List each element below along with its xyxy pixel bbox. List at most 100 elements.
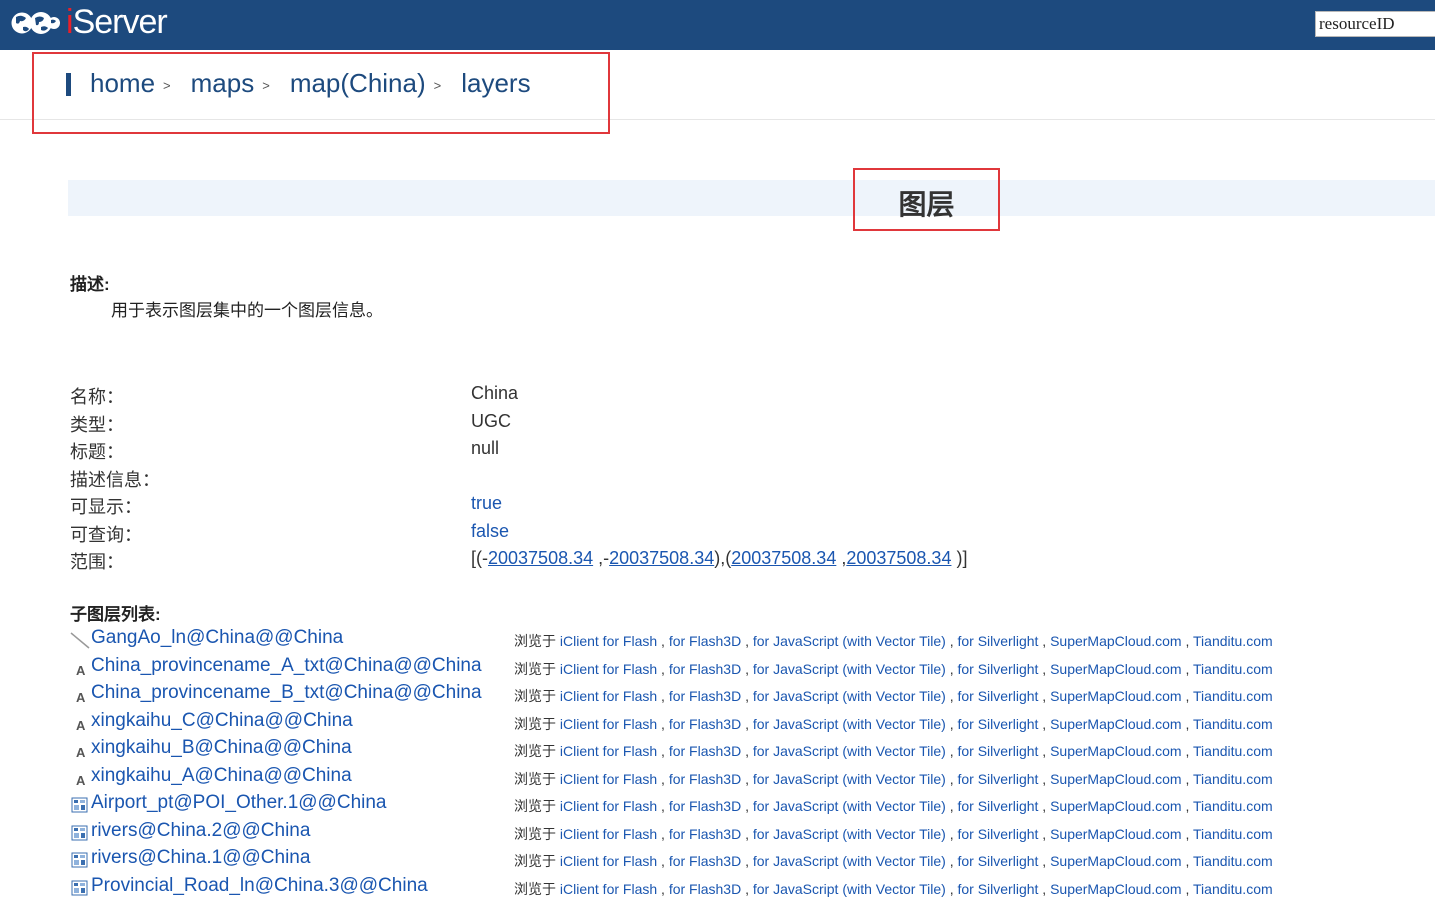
browse-link[interactable]: SuperMapCloud.com (1050, 798, 1182, 814)
sublayer-link[interactable]: rivers@China.1@@China (91, 847, 310, 869)
property-value: China (471, 383, 519, 403)
resource-search-input[interactable] (1315, 11, 1435, 37)
browse-link[interactable]: for Silverlight (957, 771, 1038, 787)
browse-link[interactable]: for Flash3D (669, 661, 741, 677)
sublayer-link[interactable]: China_provincename_A_txt@China@@China (91, 655, 482, 677)
sublayer-link[interactable]: Airport_pt@POI_Other.1@@China (91, 792, 387, 814)
browse-link[interactable]: iClient for Flash (560, 633, 657, 649)
browse-link[interactable]: iClient for Flash (560, 716, 657, 732)
browse-link[interactable]: for Flash3D (669, 798, 741, 814)
sublayer-link[interactable]: GangAo_ln@China@@China (91, 627, 343, 649)
browse-link[interactable]: for Silverlight (957, 716, 1038, 732)
browse-link[interactable]: Tianditu.com (1193, 688, 1273, 704)
browse-link[interactable]: iClient for Flash (560, 881, 657, 897)
browse-link[interactable]: Tianditu.com (1193, 661, 1273, 677)
theme-layer-icon (70, 796, 90, 814)
browse-link[interactable]: Tianditu.com (1193, 798, 1273, 814)
browse-link[interactable]: iClient for Flash (560, 661, 657, 677)
browse-link[interactable]: for Silverlight (957, 688, 1038, 704)
browse-separator: , (657, 880, 669, 897)
browse-link[interactable]: Tianditu.com (1193, 743, 1273, 759)
browse-link[interactable]: for JavaScript (with Vector Tile) (753, 826, 946, 842)
browse-link[interactable]: for Flash3D (669, 771, 741, 787)
browse-separator: , (1181, 660, 1194, 677)
browse-link[interactable]: for Silverlight (957, 826, 1038, 842)
browse-separator: , (1038, 660, 1051, 677)
browse-link[interactable]: for Silverlight (957, 661, 1038, 677)
browse-link[interactable]: for Flash3D (669, 826, 741, 842)
browse-link[interactable]: Tianditu.com (1193, 633, 1273, 649)
browse-separator: , (741, 770, 753, 787)
browse-separator: , (1181, 798, 1194, 814)
browse-prefix: 浏览于 (514, 660, 556, 677)
sublayer-link[interactable]: xingkaihu_C@China@@China (91, 710, 353, 732)
browse-link[interactable]: iClient for Flash (560, 771, 657, 787)
svg-text:A: A (76, 745, 86, 759)
browse-link[interactable]: Tianditu.com (1193, 716, 1273, 732)
browse-link[interactable]: SuperMapCloud.com (1050, 826, 1182, 842)
text-layer-icon: A (70, 741, 90, 760)
sublayer-link[interactable]: Provincial_Road_ln@China.3@@China (91, 875, 428, 897)
bounds-bottom-link[interactable]: 20037508.34 (609, 548, 714, 568)
browse-link[interactable]: for Silverlight (957, 743, 1038, 759)
sublayer-link[interactable]: xingkaihu_B@China@@China (91, 737, 352, 759)
property-key: 范围： (70, 552, 124, 572)
browse-link[interactable]: for Silverlight (957, 853, 1038, 869)
browse-link[interactable]: SuperMapCloud.com (1050, 743, 1182, 759)
browse-link[interactable]: for Flash3D (669, 853, 741, 869)
browse-link[interactable]: Tianditu.com (1193, 826, 1273, 842)
browse-link[interactable]: iClient for Flash (560, 826, 657, 842)
browse-link[interactable]: for JavaScript (with Vector Tile) (753, 661, 946, 677)
browse-link[interactable]: for JavaScript (with Vector Tile) (753, 716, 946, 732)
bounds-right-link[interactable]: 20037508.34 (731, 548, 836, 568)
browse-separator: , (741, 825, 753, 842)
browse-prefix: 浏览于 (514, 770, 556, 787)
browse-separator: , (657, 743, 669, 759)
browse-link[interactable]: SuperMapCloud.com (1050, 688, 1182, 704)
svg-text:A: A (76, 718, 86, 732)
sublayer-link[interactable]: xingkaihu_A@China@@China (91, 765, 352, 787)
browse-link[interactable]: for Flash3D (669, 633, 741, 649)
browse-link[interactable]: SuperMapCloud.com (1050, 633, 1182, 649)
browse-link[interactable]: Tianditu.com (1193, 881, 1273, 897)
browse-link[interactable]: SuperMapCloud.com (1050, 716, 1182, 732)
description-text: 用于表示图层集中的一个图层信息。 (111, 301, 383, 320)
sublayer-link[interactable]: China_provincename_B_txt@China@@China (91, 682, 482, 704)
browse-link[interactable]: iClient for Flash (560, 743, 657, 759)
browse-link[interactable]: for JavaScript (with Vector Tile) (753, 881, 946, 897)
browse-link[interactable]: SuperMapCloud.com (1050, 661, 1182, 677)
browse-link[interactable]: SuperMapCloud.com (1050, 853, 1182, 869)
browse-link[interactable]: for JavaScript (with Vector Tile) (753, 853, 946, 869)
bounds-left-link[interactable]: 20037508.34 (488, 548, 593, 568)
browse-link[interactable]: iClient for Flash (560, 853, 657, 869)
browse-link[interactable]: for JavaScript (with Vector Tile) (753, 633, 946, 649)
browse-separator: , (1038, 825, 1051, 842)
sublayers-label: 子图层列表: (70, 605, 161, 624)
browse-link[interactable]: for JavaScript (with Vector Tile) (753, 743, 946, 759)
text-layer-icon: A (70, 659, 90, 678)
browse-separator: , (657, 798, 669, 814)
sublayer-link[interactable]: rivers@China.2@@China (91, 820, 310, 842)
browse-link[interactable]: for Flash3D (669, 688, 741, 704)
browse-link[interactable]: for Silverlight (957, 798, 1038, 814)
browse-link[interactable]: for JavaScript (with Vector Tile) (753, 798, 946, 814)
bounds-top-link[interactable]: 20037508.34 (846, 548, 951, 568)
browse-link[interactable]: for Silverlight (957, 881, 1038, 897)
browse-link[interactable]: for Flash3D (669, 743, 741, 759)
browse-link[interactable]: iClient for Flash (560, 798, 657, 814)
browse-separator: , (741, 798, 753, 814)
browse-link[interactable]: for JavaScript (with Vector Tile) (753, 688, 946, 704)
browse-link[interactable]: for Silverlight (957, 633, 1038, 649)
browse-link[interactable]: for Flash3D (669, 716, 741, 732)
browse-link[interactable]: SuperMapCloud.com (1050, 771, 1182, 787)
browse-link[interactable]: for Flash3D (669, 881, 741, 897)
visible-value: true (471, 493, 503, 513)
browse-link[interactable]: Tianditu.com (1193, 853, 1273, 869)
browse-link[interactable]: for JavaScript (with Vector Tile) (753, 771, 946, 787)
browse-link[interactable]: iClient for Flash (560, 688, 657, 704)
browse-separator: , (945, 633, 958, 649)
browse-separator: , (1038, 770, 1051, 787)
browse-link[interactable]: Tianditu.com (1193, 771, 1273, 787)
browse-options: 浏览于 iClient for Flash , for Flash3D , fo… (514, 796, 1273, 816)
browse-link[interactable]: SuperMapCloud.com (1050, 881, 1182, 897)
